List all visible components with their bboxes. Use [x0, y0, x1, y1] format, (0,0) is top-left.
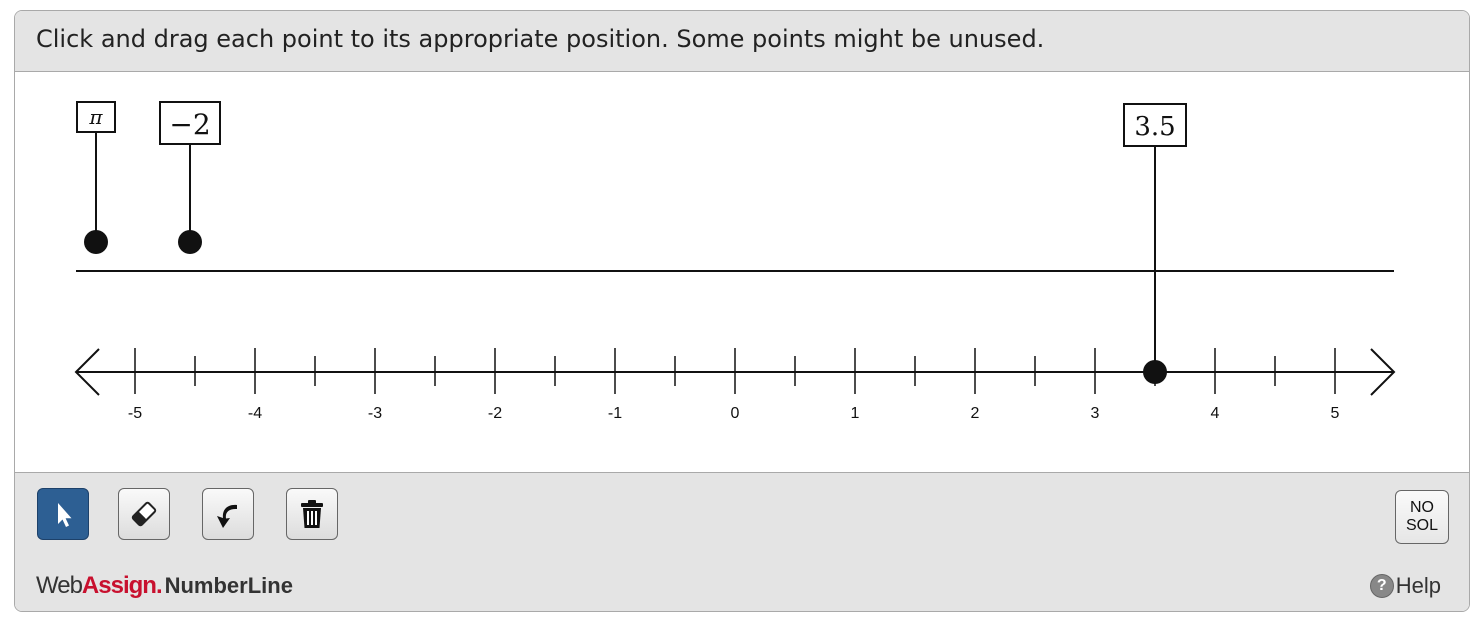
number-line-svg[interactable]: -5 -4 -3 -2 -1 0 1 2 3 4 5 3.5 π −2	[15, 72, 1469, 472]
tick-label: 4	[1211, 405, 1220, 422]
tick-label: -4	[248, 405, 262, 422]
undo-tool-button[interactable]	[202, 488, 254, 540]
product-name: NumberLine	[164, 573, 293, 598]
brand-dot: .	[155, 572, 163, 599]
tick-label: -3	[368, 405, 382, 422]
no-solution-button[interactable]: NO SOL	[1395, 490, 1449, 544]
tick-label: -1	[608, 405, 622, 422]
eraser-icon	[131, 501, 157, 527]
brand-web: Web	[36, 572, 83, 599]
help-link[interactable]: ? Help	[1369, 573, 1441, 599]
nosol-line2: SOL	[1405, 517, 1438, 534]
unused-point-label-text: −2	[169, 108, 210, 141]
unused-point[interactable]	[84, 230, 108, 254]
tick-label: 3	[1091, 405, 1100, 422]
unused-point-label-text: π	[88, 105, 103, 129]
help-circle-icon: ?	[1369, 574, 1394, 598]
drawing-canvas[interactable]: -5 -4 -3 -2 -1 0 1 2 3 4 5 3.5 π −2	[15, 72, 1469, 472]
undo-arrow-icon	[217, 504, 237, 528]
point-label-text: 3.5	[1134, 112, 1175, 142]
unused-point[interactable]	[178, 230, 202, 254]
pointer-arrow-icon	[58, 503, 72, 527]
placed-point	[1143, 360, 1167, 384]
eraser-tool-button[interactable]	[118, 488, 170, 540]
nosol-line1: NO	[1410, 499, 1434, 516]
numberline-widget: Click and drag each point to its appropr…	[14, 10, 1470, 612]
tick-label: -2	[488, 405, 502, 422]
tick-label: 1	[851, 405, 860, 422]
toolbar: NO SOL	[15, 472, 1469, 560]
tick-label: -5	[128, 405, 142, 422]
tick-label: 5	[1331, 405, 1340, 422]
footer: WebAssign.NumberLine ? Help	[15, 559, 1469, 611]
trash-icon	[301, 500, 323, 528]
select-tool-button[interactable]	[37, 488, 89, 540]
tick-label: 0	[731, 405, 740, 422]
tick-label: 2	[971, 405, 980, 422]
brand-assign: Assign	[81, 572, 157, 599]
webassign-logo: WebAssign.NumberLine	[36, 572, 293, 600]
instructions-bar: Click and drag each point to its appropr…	[15, 11, 1469, 72]
help-label: Help	[1395, 573, 1441, 598]
delete-all-tool-button[interactable]	[286, 488, 338, 540]
instructions-text: Click and drag each point to its appropr…	[36, 25, 1045, 53]
